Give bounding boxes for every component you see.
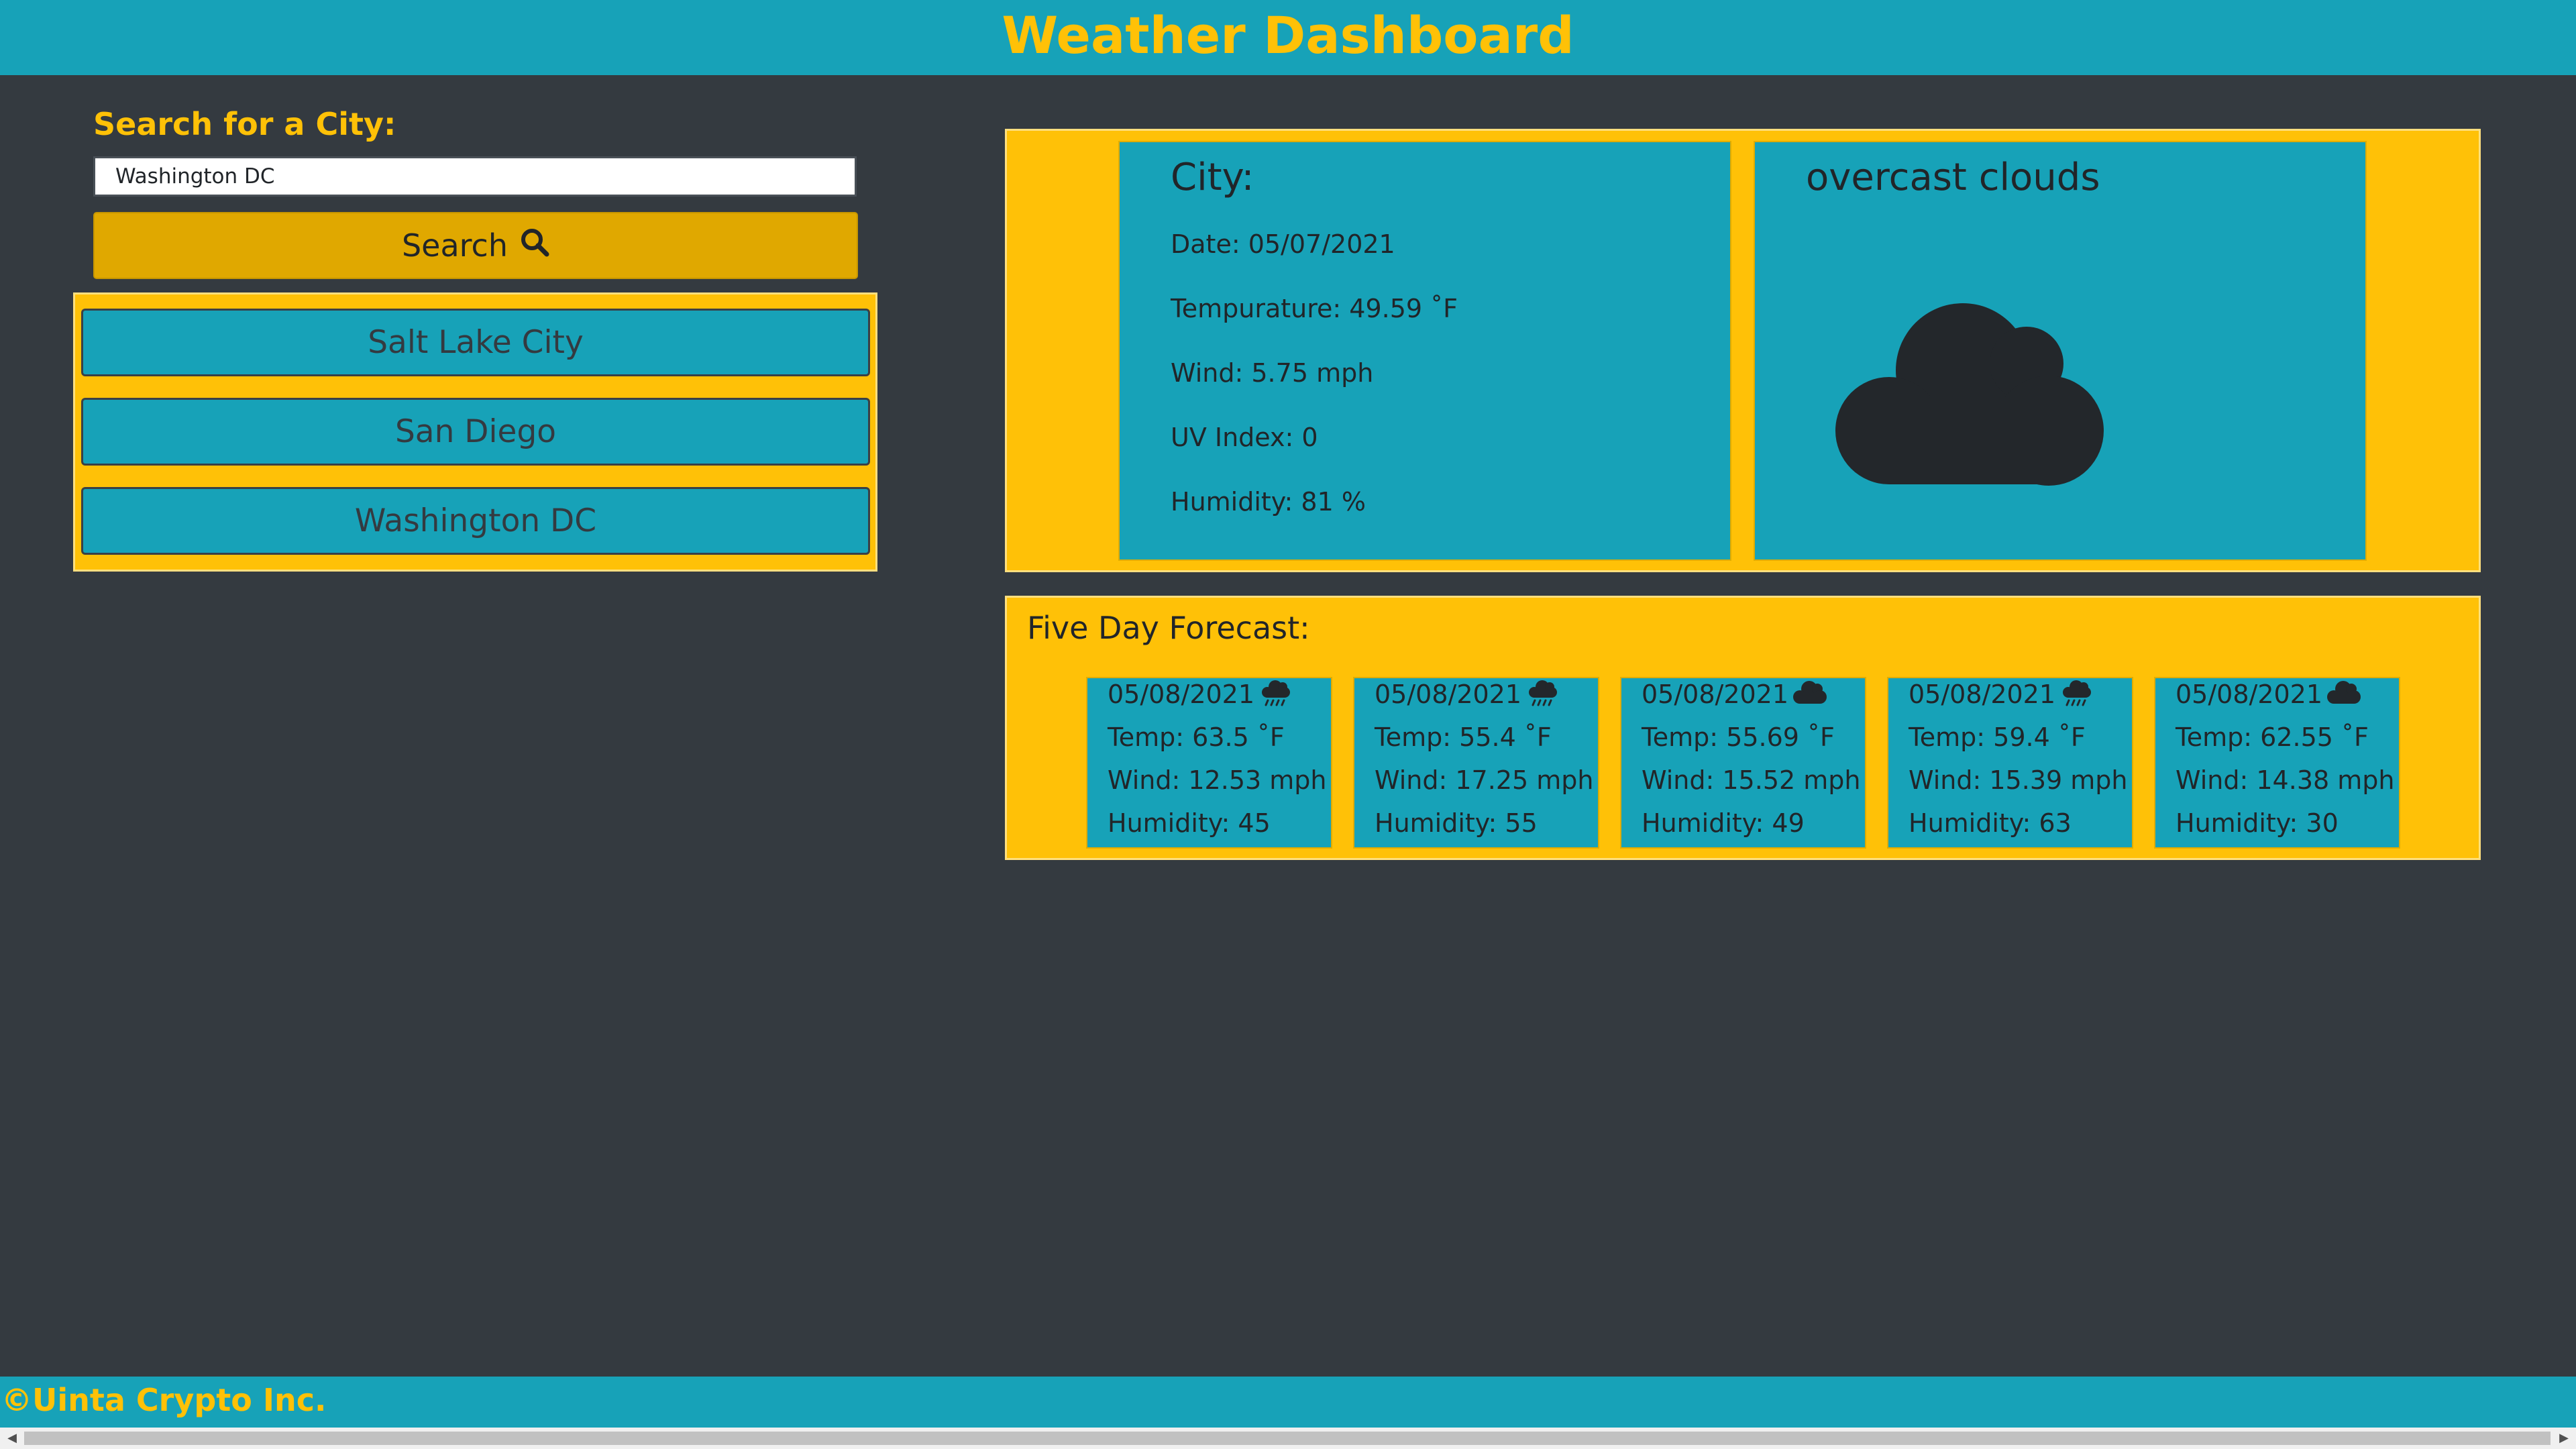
history-item-washington-dc[interactable]: Washington DC [81,487,870,555]
cloud-icon [2326,680,2361,712]
footer-copyright: ©Uinta Crypto Inc. [1,1382,327,1418]
current-temperature: Tempurature: 49.59 ˚F [1171,294,1458,323]
forecast-temp: Temp: 62.55 ˚F [2176,722,2369,752]
rain-cloud-icon [2059,680,2094,712]
rain-cloud-icon [1258,680,1293,712]
forecast-card: 05/08/2021 Temp: 63.5 ˚F Wind: 12.53 mph Hu… [1086,677,1332,849]
scroll-right-icon[interactable]: ▶ [2557,1432,2571,1445]
forecast-date-row: 05/08/2021 [1909,680,2094,712]
horizontal-scrollbar[interactable]: ◀ ▶ [0,1428,2576,1449]
forecast-temp: Temp: 55.4 ˚F [1375,722,1552,752]
forecast-date-row: 05/08/2021 [1375,680,1560,712]
forecast-wind: Wind: 14.38 mph [2176,765,2395,795]
forecast-date: 05/08/2021 [1375,680,1522,709]
forecast-wind: Wind: 15.39 mph [1909,765,2128,795]
forecast-humidity: Humidity: 30 [2176,808,2339,838]
search-history: Salt Lake City San Diego Washington DC [73,292,877,572]
forecast-wind: Wind: 17.25 mph [1375,765,1594,795]
forecast-humidity: Humidity: 45 [1108,808,1271,838]
page-footer: ©Uinta Crypto Inc. [0,1377,2576,1428]
city-label: City: [1171,156,1254,199]
forecast-date: 05/08/2021 [1642,680,1789,709]
rain-cloud-icon [1525,680,1560,712]
forecast-date-row: 05/08/2021 [1108,680,1293,712]
search-button[interactable]: Search [93,212,858,279]
current-date: Date: 05/07/2021 [1171,229,1395,259]
current-condition-card: overcast clouds [1754,141,2367,561]
forecast-card: 05/08/2021 Temp: 55.4 ˚F Wind: 17.25 mph Hu… [1353,677,1599,849]
forecast-humidity: Humidity: 55 [1375,808,1538,838]
forecast-card: 05/08/2021 Temp: 62.55 ˚F Wind: 14.38 mph H… [2154,677,2400,849]
forecast-date: 05/08/2021 [2176,680,2323,709]
current-humidity: Humidity: 81 % [1171,487,1366,517]
forecast-wind: Wind: 12.53 mph [1108,765,1327,795]
cloud-icon [1792,680,1827,712]
forecast-humidity: Humidity: 49 [1642,808,1805,838]
search-button-label: Search [401,227,508,264]
search-label: Search for a City: [93,106,396,142]
forecast-date: 05/08/2021 [1108,680,1255,709]
current-wind: Wind: 5.75 mph [1171,358,1374,388]
forecast-panel: Five Day Forecast: 05/08/2021 Temp: 63.5 … [1005,596,2481,860]
search-input[interactable] [93,156,857,197]
search-icon [520,227,549,264]
forecast-temp: Temp: 63.5 ˚F [1108,722,1285,752]
current-uv-index: UV Index: 0 [1171,423,1318,452]
current-condition: overcast clouds [1806,156,2100,199]
current-weather-panel: City: Date: 05/07/2021 Tempurature: 49.5… [1005,129,2481,572]
page-header: Weather Dashboard [0,0,2576,75]
forecast-humidity: Humidity: 63 [1909,808,2072,838]
scrollbar-thumb[interactable] [24,1432,2551,1445]
forecast-card: 05/08/2021 Temp: 59.4 ˚F Wind: 15.39 mph Hu… [1887,677,2133,849]
forecast-temp: Temp: 55.69 ˚F [1642,722,1835,752]
page-title: Weather Dashboard [1002,5,1574,65]
history-item-san-diego[interactable]: San Diego [81,398,870,466]
forecast-date: 05/08/2021 [1909,680,2056,709]
forecast-date-row: 05/08/2021 [2176,680,2361,712]
history-item-salt-lake-city[interactable]: Salt Lake City [81,309,870,376]
forecast-date-row: 05/08/2021 [1642,680,1827,712]
scroll-left-icon[interactable]: ◀ [5,1432,19,1445]
current-details-card: City: Date: 05/07/2021 Tempurature: 49.5… [1118,141,1731,561]
forecast-temp: Temp: 59.4 ˚F [1909,722,2086,752]
forecast-card: 05/08/2021 Temp: 55.69 ˚F Wind: 15.52 mph H… [1620,677,1866,849]
cloud-icon [1835,297,2104,494]
forecast-wind: Wind: 15.52 mph [1642,765,1861,795]
forecast-title: Five Day Forecast: [1027,610,1310,646]
